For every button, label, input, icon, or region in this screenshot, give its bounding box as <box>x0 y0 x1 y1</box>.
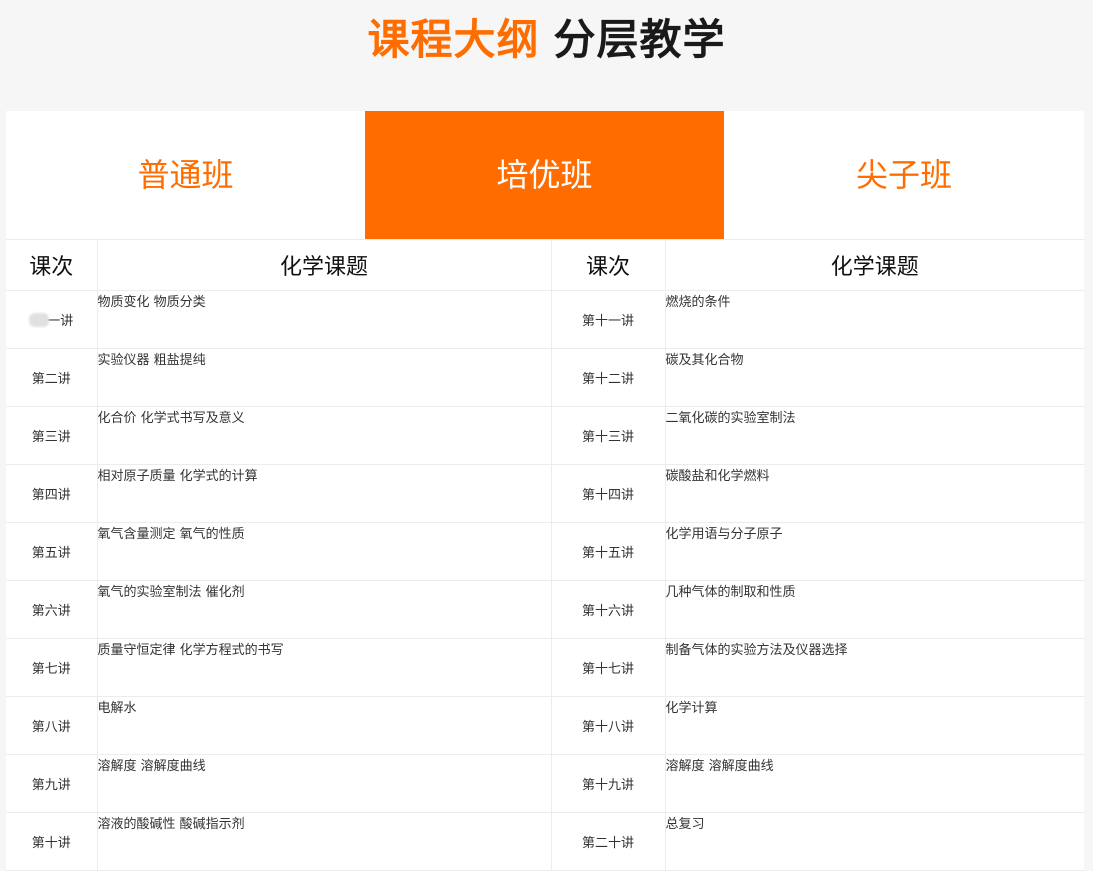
lesson-topic: 实验仪器 粗盐提纯 <box>97 348 552 407</box>
syllabus-table: 课次 化学课题 课次 化学课题 一讲 物质变化 物质分类 第十一讲 燃烧的条件 … <box>6 240 1084 871</box>
table-row: 第三讲 化合价 化学式书写及意义 第十三讲 二氧化碳的实验室制法 <box>6 406 1084 465</box>
table-row: 第八讲 电解水 第十八讲 化学计算 <box>6 696 1084 755</box>
lesson-topic: 溶液的酸碱性 酸碱指示剂 <box>97 812 552 871</box>
lesson-number: 第十八讲 <box>551 696 666 755</box>
tab-top-class[interactable]: 尖子班 <box>724 111 1084 239</box>
column-header-topic: 化学课题 <box>97 240 552 291</box>
lesson-number: 一讲 <box>6 290 98 349</box>
title-accent: 课程大纲 <box>367 15 540 64</box>
lesson-number: 第九讲 <box>6 754 98 813</box>
lesson-topic: 总复习 <box>665 812 1084 871</box>
lesson-number: 第十讲 <box>6 812 98 871</box>
syllabus-panel: 普通班 培优班 尖子班 课次 化学课题 课次 化学课题 一讲 物质变化 物质分类… <box>6 111 1084 871</box>
lesson-number: 第十四讲 <box>551 464 666 523</box>
table-row: 第五讲 氧气含量测定 氧气的性质 第十五讲 化学用语与分子原子 <box>6 522 1084 581</box>
lesson-number: 第十五讲 <box>551 522 666 581</box>
lesson-topic: 化合价 化学式书写及意义 <box>97 406 552 465</box>
lesson-number: 第十六讲 <box>551 580 666 639</box>
lesson-topic: 燃烧的条件 <box>665 290 1084 349</box>
table-row: 第四讲 相对原子质量 化学式的计算 第十四讲 碳酸盐和化学燃料 <box>6 464 1084 523</box>
table-header-row: 课次 化学课题 课次 化学课题 <box>6 240 1084 291</box>
lesson-number: 第十七讲 <box>551 638 666 697</box>
table-row: 第十讲 溶液的酸碱性 酸碱指示剂 第二十讲 总复习 <box>6 812 1084 871</box>
lesson-topic: 几种气体的制取和性质 <box>665 580 1084 639</box>
title-main: 分层教学 <box>553 15 726 64</box>
lesson-number: 第四讲 <box>6 464 98 523</box>
table-row: 第七讲 质量守恒定律 化学方程式的书写 第十七讲 制备气体的实验方法及仪器选择 <box>6 638 1084 697</box>
lesson-number: 第二讲 <box>6 348 98 407</box>
lesson-topic: 物质变化 物质分类 <box>97 290 552 349</box>
page-title: 课程大纲 分层教学 <box>0 0 1093 80</box>
tab-regular-class[interactable]: 普通班 <box>6 111 365 239</box>
lesson-number: 第十一讲 <box>551 290 666 349</box>
lesson-number: 第八讲 <box>6 696 98 755</box>
column-header-lesson: 课次 <box>551 240 666 291</box>
lesson-number: 第十三讲 <box>551 406 666 465</box>
lesson-number: 第二十讲 <box>551 812 666 871</box>
class-level-tabs: 普通班 培优班 尖子班 <box>6 111 1084 240</box>
lesson-number: 第六讲 <box>6 580 98 639</box>
lesson-topic: 质量守恒定律 化学方程式的书写 <box>97 638 552 697</box>
lesson-number: 第五讲 <box>6 522 98 581</box>
lesson-topic: 电解水 <box>97 696 552 755</box>
lesson-number-text: 一讲 <box>47 314 74 329</box>
table-row: 第二讲 实验仪器 粗盐提纯 第十二讲 碳及其化合物 <box>6 348 1084 407</box>
lesson-topic: 化学计算 <box>665 696 1084 755</box>
table-row: 第九讲 溶解度 溶解度曲线 第十九讲 溶解度 溶解度曲线 <box>6 754 1084 813</box>
lesson-number: 第十二讲 <box>551 348 666 407</box>
column-header-topic: 化学课题 <box>665 240 1084 291</box>
lesson-topic: 制备气体的实验方法及仪器选择 <box>665 638 1084 697</box>
lesson-topic: 碳及其化合物 <box>665 348 1084 407</box>
table-row: 一讲 物质变化 物质分类 第十一讲 燃烧的条件 <box>6 290 1084 349</box>
table-row: 第六讲 氧气的实验室制法 催化剂 第十六讲 几种气体的制取和性质 <box>6 580 1084 639</box>
lesson-topic: 氧气的实验室制法 催化剂 <box>97 580 552 639</box>
lesson-topic: 溶解度 溶解度曲线 <box>97 754 552 813</box>
column-header-lesson: 课次 <box>6 240 98 291</box>
lesson-topic: 溶解度 溶解度曲线 <box>665 754 1084 813</box>
tab-advanced-class[interactable]: 培优班 <box>365 111 724 239</box>
lesson-number: 第三讲 <box>6 406 98 465</box>
lesson-topic: 化学用语与分子原子 <box>665 522 1084 581</box>
lesson-number: 第七讲 <box>6 638 98 697</box>
lesson-number: 第十九讲 <box>551 754 666 813</box>
lesson-topic: 相对原子质量 化学式的计算 <box>97 464 552 523</box>
lesson-topic: 氧气含量测定 氧气的性质 <box>97 522 552 581</box>
redaction-mark <box>29 313 50 327</box>
lesson-topic: 二氧化碳的实验室制法 <box>665 406 1084 465</box>
lesson-topic: 碳酸盐和化学燃料 <box>665 464 1084 523</box>
